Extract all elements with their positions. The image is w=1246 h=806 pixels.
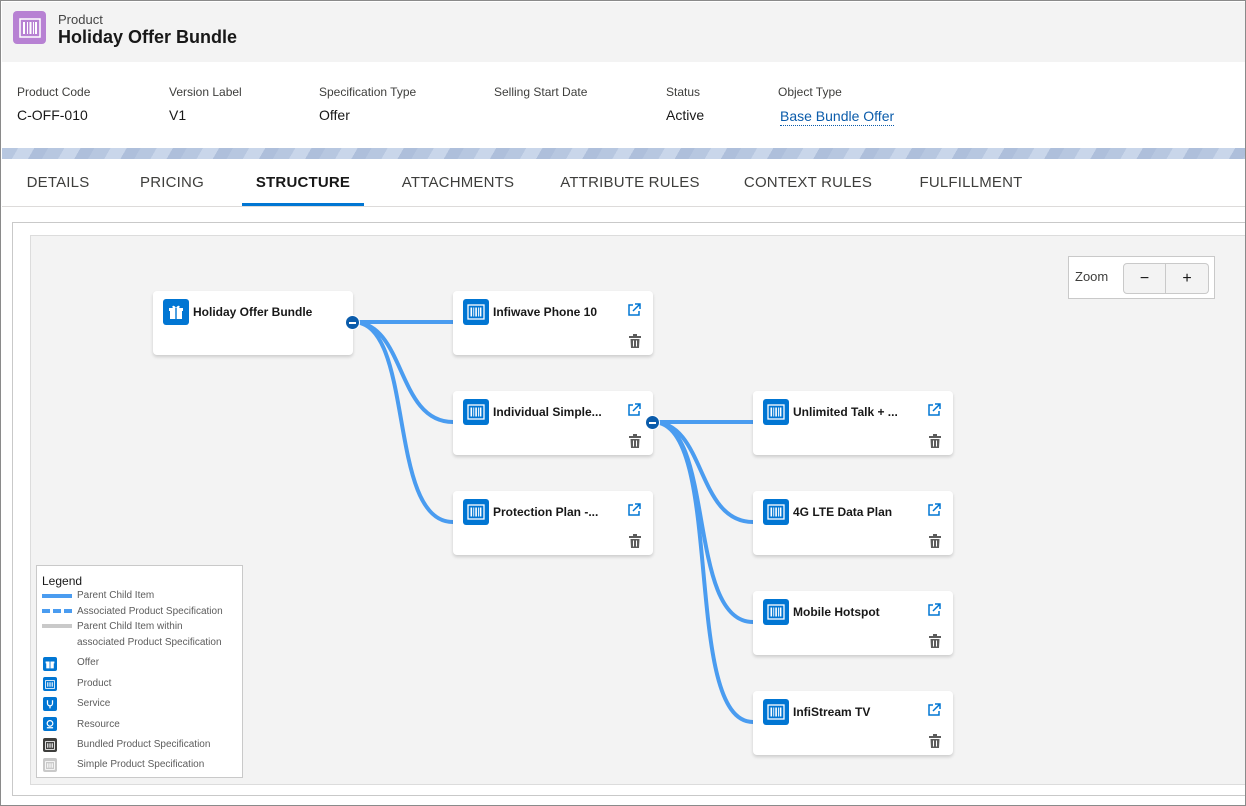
field-value: Offer — [319, 107, 350, 123]
node-protection-plan[interactable]: Protection Plan -... — [453, 491, 653, 555]
trash-icon[interactable] — [929, 634, 941, 648]
tab-attachments[interactable]: ATTACHMENTS — [394, 159, 522, 206]
tab-pricing[interactable]: PRICING — [132, 159, 212, 206]
field-label: Version Label — [169, 85, 242, 99]
node-label: Protection Plan -... — [493, 505, 599, 519]
legend-label: Offer — [77, 657, 100, 668]
barcode-icon — [463, 499, 489, 525]
app-frame: Product Holiday Offer Bundle Product Cod… — [0, 0, 1246, 806]
node-infistream-tv[interactable]: InfiStream TV — [753, 691, 953, 755]
open-external-icon[interactable] — [627, 403, 641, 417]
open-external-icon[interactable] — [927, 703, 941, 717]
trash-icon[interactable] — [929, 534, 941, 548]
field-version-label: Version Label V1 — [169, 85, 242, 123]
collapse-toggle-bundle[interactable] — [345, 315, 360, 330]
legend-label: Associated Product Specification — [77, 606, 223, 617]
legend-panel: Legend Parent Child Item Associated Prod… — [36, 565, 243, 778]
node-label: Individual Simple... — [493, 405, 602, 419]
node-label: 4G LTE Data Plan — [793, 505, 893, 519]
legend-label: Simple Product Specification — [77, 759, 205, 770]
bundled-spec-icon — [43, 738, 57, 752]
simple-spec-icon — [43, 758, 57, 772]
node-label: Holiday Offer Bundle — [193, 305, 313, 319]
open-external-icon[interactable] — [927, 603, 941, 617]
node-4g-lte-data-plan[interactable]: 4G LTE Data Plan — [753, 491, 953, 555]
legend-label: Service — [77, 698, 111, 709]
legend-label: Resource — [77, 719, 120, 730]
trash-icon[interactable] — [929, 734, 941, 748]
service-icon — [43, 697, 57, 711]
trash-icon[interactable] — [929, 434, 941, 448]
zoom-label: Zoom — [1075, 269, 1109, 284]
node-infiwave-phone-10[interactable]: Infiwave Phone 10 — [453, 291, 653, 355]
open-external-icon[interactable] — [627, 303, 641, 317]
tab-structure[interactable]: STRUCTURE — [242, 159, 364, 206]
field-label: Status — [666, 85, 701, 99]
barcode-icon — [763, 599, 789, 625]
node-label: Unlimited Talk + ... — [793, 405, 898, 419]
node-label: Infiwave Phone 10 — [493, 305, 598, 319]
record-header: Product Holiday Offer Bundle — [2, 2, 1245, 62]
node-label: InfiStream TV — [793, 705, 871, 719]
gift-icon — [43, 657, 57, 671]
field-object-type: Object Type Base Bundle Offer — [778, 85, 895, 126]
barcode-icon — [43, 677, 57, 691]
legend-line-solid — [42, 594, 72, 598]
field-product-code: Product Code C-OFF-010 — [17, 85, 90, 123]
legend-title: Legend — [42, 574, 83, 588]
field-label: Specification Type — [319, 85, 417, 99]
legend-line-dashed — [42, 609, 72, 613]
node-mobile-hotspot[interactable]: Mobile Hotspot — [753, 591, 953, 655]
record-title: Holiday Offer Bundle — [58, 27, 238, 47]
barcode-icon — [763, 499, 789, 525]
record-object-type: Product — [58, 12, 103, 27]
collapse-toggle-individual[interactable] — [645, 415, 660, 430]
node-label: Mobile Hotspot — [793, 605, 880, 619]
legend-line-gray — [42, 624, 72, 628]
node-individual-simple[interactable]: Individual Simple... — [453, 391, 653, 455]
open-external-icon[interactable] — [927, 403, 941, 417]
node-holiday-offer-bundle[interactable]: Holiday Offer Bundle — [153, 291, 353, 355]
object-type-link[interactable]: Base Bundle Offer — [780, 108, 895, 126]
field-value: V1 — [169, 107, 187, 123]
tab-fulfillment[interactable]: FULFILLMENT — [912, 159, 1030, 206]
field-label: Selling Start Date — [494, 85, 588, 99]
highlights-panel: Product Code C-OFF-010 Version Label V1 … — [2, 62, 1245, 148]
barcode-icon — [463, 399, 489, 425]
tab-details[interactable]: DETAILS — [16, 159, 100, 206]
trash-icon[interactable] — [629, 334, 641, 348]
field-label: Object Type — [778, 85, 842, 99]
field-selling-start-date: Selling Start Date — [494, 85, 587, 107]
zoom-out-button[interactable]: − — [1123, 263, 1166, 294]
field-specification-type: Specification Type Offer — [319, 85, 416, 123]
open-external-icon[interactable] — [927, 503, 941, 517]
field-value: C-OFF-010 — [17, 107, 88, 123]
open-external-icon[interactable] — [627, 503, 641, 517]
zoom-control: Zoom − + — [1068, 256, 1215, 299]
legend-label: Parent Child Item — [77, 590, 155, 601]
barcode-icon — [463, 299, 489, 325]
trash-icon[interactable] — [629, 434, 641, 448]
legend-label: Product — [77, 678, 112, 689]
field-status: Status Active — [666, 85, 704, 123]
gift-icon — [163, 299, 189, 325]
legend-label: associated Product Specification — [77, 637, 222, 648]
barcode-icon — [763, 699, 789, 725]
barcode-icon — [763, 399, 789, 425]
field-value: Active — [666, 107, 705, 123]
tab-attribute-rules[interactable]: ATTRIBUTE RULES — [558, 159, 702, 206]
trash-icon[interactable] — [629, 534, 641, 548]
product-barcode-icon — [13, 11, 46, 44]
tab-context-rules[interactable]: CONTEXT RULES — [740, 159, 876, 206]
node-unlimited-talk[interactable]: Unlimited Talk + ... — [753, 391, 953, 455]
tab-bar: DETAILS PRICING STRUCTURE ATTACHMENTS AT… — [2, 159, 1245, 207]
legend-label: Bundled Product Specification — [77, 739, 211, 750]
resource-icon — [43, 717, 57, 731]
field-label: Product Code — [17, 85, 91, 99]
decorative-band — [2, 148, 1245, 159]
legend-label: Parent Child Item within — [77, 621, 183, 632]
zoom-in-button[interactable]: + — [1166, 263, 1209, 294]
